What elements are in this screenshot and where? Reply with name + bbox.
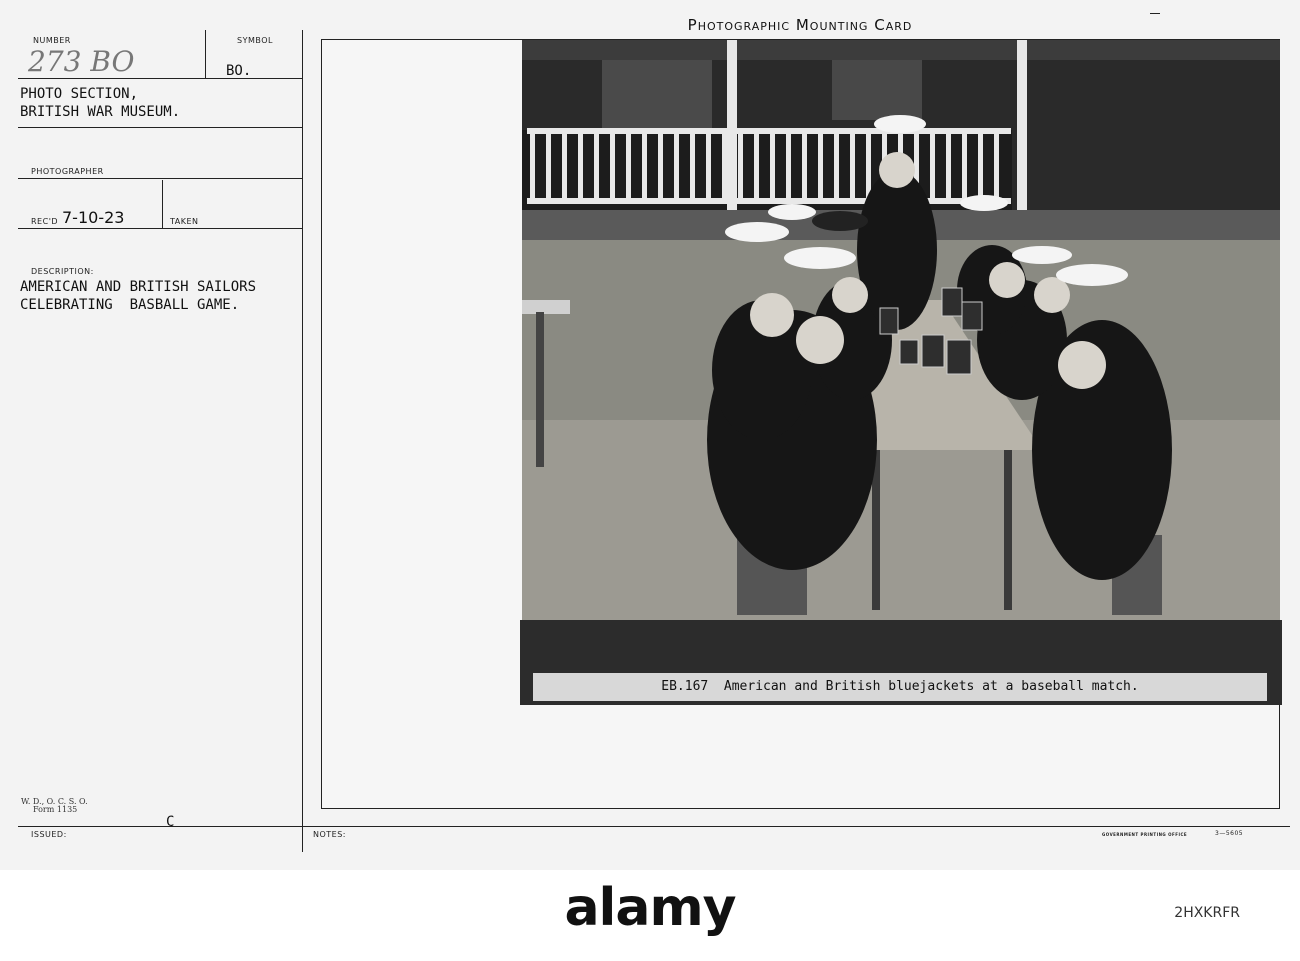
divider xyxy=(18,826,1290,827)
symbol-value: BO. xyxy=(226,63,252,79)
photograph xyxy=(522,40,1280,620)
print-code: 3—5605 xyxy=(1215,830,1244,837)
card-title: Photographic Mounting Card xyxy=(687,16,913,34)
taken-label: TAKEN xyxy=(170,217,199,226)
divider xyxy=(162,180,163,228)
divider xyxy=(302,30,303,852)
printer-imprint: GOVERNMENT PRINTING OFFICE xyxy=(1102,832,1188,837)
divider xyxy=(18,78,303,79)
photograph-illustration xyxy=(522,40,1280,620)
divider xyxy=(18,127,303,128)
recd-value: 7-10-23 xyxy=(62,208,125,227)
form-line-2: Form 1135 xyxy=(33,805,78,814)
issued-mark: C xyxy=(166,814,175,830)
divider xyxy=(205,30,206,78)
divider xyxy=(18,228,303,229)
photographer-label: PHOTOGRAPHER xyxy=(31,167,104,176)
number-value: 273 BO xyxy=(28,45,135,78)
description-label: DESCRIPTION: xyxy=(31,267,94,276)
stock-id: 2HXKRFR xyxy=(1174,905,1240,921)
description-line-1: AMERICAN AND BRITISH SAILORS xyxy=(20,279,257,295)
number-label: NUMBER xyxy=(33,36,71,45)
source-line-1: PHOTO SECTION, xyxy=(20,86,139,102)
source-line-2: BRITISH WAR MUSEUM. xyxy=(20,104,181,120)
corner-mark xyxy=(1150,13,1160,14)
recd-label: REC'D xyxy=(31,217,59,226)
mounting-card: NUMBER 273 BO SYMBOL BO. PHOTO SECTION, … xyxy=(0,0,1300,870)
photo-caption: EB.167 American and British bluejackets … xyxy=(533,673,1267,701)
divider xyxy=(18,178,303,179)
notes-label: NOTES: xyxy=(313,830,346,839)
issued-label: ISSUED: xyxy=(31,830,67,839)
description-line-2: CELEBRATING BASBALL GAME. xyxy=(20,297,240,313)
symbol-label: SYMBOL xyxy=(237,36,273,45)
